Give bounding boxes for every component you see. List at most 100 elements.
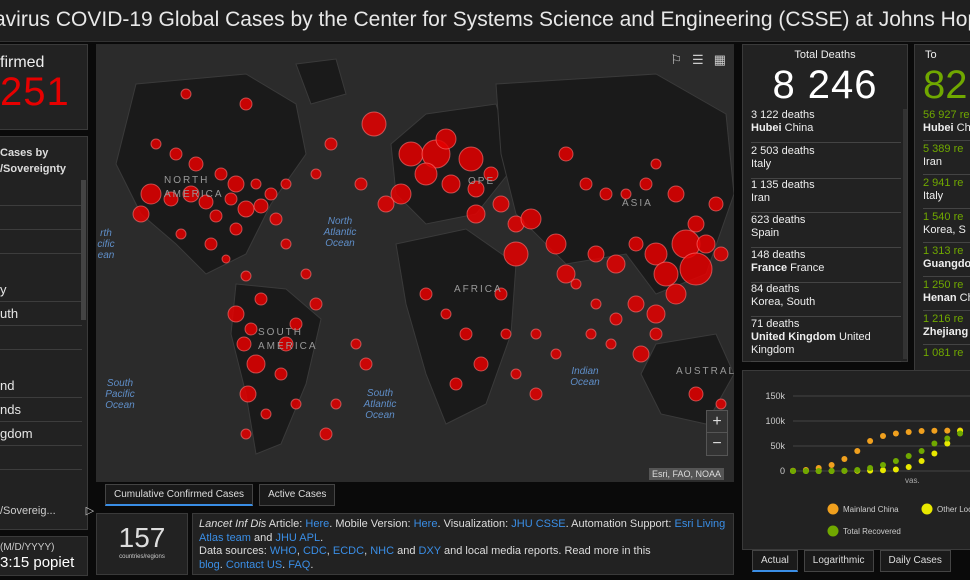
case-bubble[interactable] [239, 97, 253, 111]
case-bubble[interactable] [239, 385, 257, 403]
cdc-link[interactable]: CDC [303, 545, 327, 557]
case-bubble[interactable] [646, 304, 666, 324]
case-bubble[interactable] [459, 327, 473, 341]
list-item[interactable] [0, 182, 82, 206]
contact-link[interactable]: Contact US [226, 559, 282, 571]
deaths-row[interactable]: 3 122 deaths Hubei China [751, 109, 901, 143]
list-item[interactable]: nd [0, 374, 82, 398]
case-bubble[interactable] [688, 386, 704, 402]
case-bubble[interactable] [473, 356, 489, 372]
qr-grid-icon[interactable]: ▦ [714, 52, 726, 68]
case-bubble[interactable] [414, 162, 438, 186]
country-list-scrollbar[interactable] [81, 180, 86, 320]
list-item[interactable] [0, 326, 82, 350]
case-bubble[interactable] [290, 398, 302, 410]
case-bubble[interactable] [503, 241, 529, 267]
case-bubble[interactable] [585, 328, 597, 340]
recovered-row[interactable]: 1 216 re Zhejiang [923, 313, 970, 345]
mobile-link[interactable]: Here [414, 518, 438, 530]
case-bubble[interactable] [330, 398, 342, 410]
case-bubble[interactable] [520, 208, 542, 230]
case-bubble[interactable] [140, 183, 162, 205]
legend-label[interactable]: Other Locations [937, 505, 970, 514]
case-bubble[interactable] [253, 198, 269, 214]
case-bubble[interactable] [492, 195, 510, 213]
case-bubble[interactable] [150, 138, 162, 150]
map-canvas[interactable] [96, 44, 734, 482]
case-bubble[interactable] [628, 236, 644, 252]
case-bubble[interactable] [240, 428, 252, 440]
case-bubble[interactable] [274, 367, 288, 381]
case-bubble[interactable] [227, 175, 245, 193]
case-bubble[interactable] [440, 308, 452, 320]
case-bubble[interactable] [354, 177, 368, 191]
bookmark-icon[interactable]: ⚐ [670, 52, 682, 68]
case-bubble[interactable] [558, 146, 574, 162]
case-bubble[interactable] [687, 215, 705, 233]
case-bubble[interactable] [229, 222, 243, 236]
case-bubble[interactable] [590, 298, 602, 310]
case-bubble[interactable] [240, 270, 252, 282]
case-bubble[interactable] [599, 187, 613, 201]
blog-link[interactable]: blog [199, 559, 220, 571]
case-bubble[interactable] [280, 238, 292, 250]
case-bubble[interactable] [310, 168, 322, 180]
admin-dropdown[interactable]: /Sovereig... ▷ [0, 504, 94, 517]
case-bubble[interactable] [529, 387, 543, 401]
case-bubble[interactable] [458, 146, 484, 172]
case-bubble[interactable] [188, 156, 204, 172]
list-item[interactable]: nds [0, 398, 82, 422]
case-bubble[interactable] [609, 312, 623, 326]
case-bubble[interactable] [550, 348, 562, 360]
tab-actual[interactable]: Actual [752, 550, 798, 572]
case-bubble[interactable] [587, 245, 605, 263]
case-bubble[interactable] [250, 178, 262, 190]
deaths-scrollbar[interactable] [903, 109, 907, 359]
case-bubble[interactable] [309, 297, 323, 311]
list-item[interactable] [0, 230, 82, 254]
legend-label[interactable]: Total Recovered [843, 527, 901, 536]
tab-daily-cases[interactable]: Daily Cases [879, 550, 951, 572]
case-bubble[interactable] [236, 336, 252, 352]
jhu-csse-link[interactable]: JHU CSSE [511, 518, 565, 530]
deaths-row[interactable]: 71 deaths United Kingdom United Kingdom [751, 318, 901, 362]
case-bubble[interactable] [639, 177, 653, 191]
recovered-row[interactable]: 56 927 re Hubei Ch [923, 109, 970, 141]
world-map[interactable]: ⚐ ☰ ▦ + − Esri, FAO, NOAA North Atlantic… [96, 44, 734, 482]
case-bubble[interactable] [545, 233, 567, 255]
case-bubble[interactable] [350, 338, 362, 350]
list-item[interactable]: y [0, 278, 82, 302]
case-bubble[interactable] [359, 357, 373, 371]
case-bubble[interactable] [175, 228, 187, 240]
case-bubble[interactable] [679, 252, 713, 286]
case-bubble[interactable] [390, 183, 412, 205]
ecdc-link[interactable]: ECDC [333, 545, 364, 557]
list-icon[interactable]: ☰ [692, 52, 704, 68]
case-bubble[interactable] [667, 185, 685, 203]
deaths-row[interactable]: 2 503 deaths Italy [751, 145, 901, 179]
case-bubble[interactable] [377, 195, 395, 213]
case-bubble[interactable] [435, 128, 457, 150]
case-bubble[interactable] [204, 237, 218, 251]
case-bubble[interactable] [324, 137, 338, 151]
tab-logarithmic[interactable]: Logarithmic [803, 550, 874, 572]
case-bubble[interactable] [696, 234, 716, 254]
case-bubble[interactable] [632, 345, 650, 363]
case-bubble[interactable] [180, 88, 192, 100]
tab-active-cases[interactable]: Active Cases [259, 484, 336, 506]
case-bubble[interactable] [708, 196, 724, 212]
case-bubble[interactable] [715, 398, 727, 410]
case-bubble[interactable] [227, 305, 245, 323]
case-bubble[interactable] [713, 246, 729, 262]
case-bubble[interactable] [605, 338, 617, 350]
case-bubble[interactable] [246, 354, 266, 374]
case-bubble[interactable] [132, 205, 150, 223]
deaths-row[interactable]: 148 deaths France France [751, 249, 901, 283]
case-bubble[interactable] [319, 427, 333, 441]
recovered-row[interactable]: 1 540 re Korea, S [923, 211, 970, 243]
case-bubble[interactable] [441, 174, 461, 194]
dxy-link[interactable]: DXY [419, 545, 441, 557]
case-bubble[interactable] [264, 187, 278, 201]
case-bubble[interactable] [169, 147, 183, 161]
nhc-link[interactable]: NHC [370, 545, 394, 557]
